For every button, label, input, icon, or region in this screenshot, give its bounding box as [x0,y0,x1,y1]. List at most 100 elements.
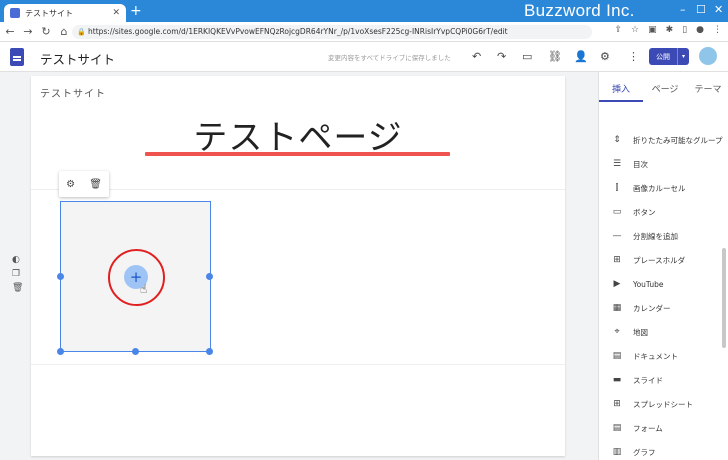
sheets-icon: ⊞ [613,399,621,409]
insert-list: ⇕ 折りたたみ可能なグループ ☰ 目次 ⫿ 画像カルーセル ▭ ボタン — 分割線を追加 … [611,128,723,460]
title-underline [145,152,450,156]
settings-gear-icon[interactable]: ⚙ [66,179,75,190]
list-item[interactable]: ⌖ 地図 [611,320,723,344]
carousel-icon: ⫿ [615,183,619,193]
site-name[interactable]: テストサイト [40,49,115,68]
chevron-down-icon[interactable]: ▾ [677,48,689,65]
section-divider [31,189,565,190]
section-divider [31,364,565,365]
puzzle-icon[interactable]: ✱ [666,25,674,35]
list-item-label: スライド [633,375,663,385]
panel-scrollbar[interactable] [722,248,726,348]
list-item-label: ドキュメント [633,351,678,361]
placeholder-box[interactable]: + ☝ [57,201,213,355]
back-icon[interactable]: ← [2,25,18,38]
browser-menu-icon[interactable]: ⋮ [713,25,722,35]
list-item[interactable]: ▤ フォーム [611,416,723,440]
star-icon[interactable]: ☆ [631,25,639,35]
list-item[interactable]: ▶ YouTube [611,272,723,296]
forward-icon[interactable]: → [20,25,36,38]
list-item-label: 目次 [633,159,648,169]
link-icon[interactable]: ⛓ [548,50,562,63]
map-icon: ⌖ [614,327,620,337]
palette-icon[interactable]: ◐ [12,255,23,265]
panel-tabs: 挿入 ページ テーマ [599,72,728,102]
delete-section-icon[interactable]: 🗑 [12,283,23,293]
url-field[interactable]: 🔒 https://sites.google.com/d/1ERKIQKEVvP… [72,25,592,39]
profile-icon[interactable]: ● [696,25,704,35]
watermark: Buzzword Inc. [524,1,635,20]
lock-icon: 🔒 [77,28,86,36]
sites-header: テストサイト 変更内容をすべてドライブに保存しました ↶ ↷ ▭ ⛓ 👤 ⚙ ⋮… [0,42,728,72]
resize-handle[interactable] [132,348,139,355]
resize-handle[interactable] [206,348,213,355]
browser-tab[interactable]: テストサイト ✕ [4,4,126,22]
list-item[interactable]: ⇕ 折りたたみ可能なグループ [611,128,723,152]
home-icon[interactable]: ⌂ [56,25,72,38]
list-item[interactable]: ⫿ 画像カルーセル [611,176,723,200]
preview-icon[interactable]: ▭ [522,50,532,63]
new-tab-button[interactable]: + [130,4,142,18]
maximize-icon[interactable]: ☐ [696,3,706,16]
sites-logo-icon[interactable] [10,48,24,66]
list-item[interactable]: ☰ 目次 [611,152,723,176]
avatar[interactable] [699,47,717,65]
trash-icon[interactable]: 🗑 [89,179,102,190]
list-item[interactable]: ⊞ スプレッドシート [611,392,723,416]
youtube-icon: ▶ [613,279,621,289]
list-item[interactable]: ▭ ボタン [611,200,723,224]
tab-title: テストサイト [25,8,73,18]
document-icon: ▤ [612,351,622,361]
tab-pages[interactable]: ページ [643,72,687,102]
list-item-label: ボタン [633,207,656,217]
tab-themes[interactable]: テーマ [687,72,728,102]
minimize-icon[interactable]: – [680,3,686,16]
forms-icon: ▤ [612,423,622,433]
toc-icon: ☰ [612,159,622,169]
publish-button[interactable]: 公開 ▾ [649,48,689,65]
page-header-site-name: テストサイト [40,89,106,100]
resize-handle[interactable] [206,273,213,280]
button-icon: ▭ [612,207,622,217]
list-item[interactable]: ▬ スライド [611,368,723,392]
settings-icon[interactable]: ⚙ [600,50,610,63]
list-item[interactable]: — 分割線を追加 [611,224,723,248]
resize-handle[interactable] [57,273,64,280]
slides-icon: ▬ [612,375,622,385]
address-toolbar: ← → ↻ ⌂ 🔒 https://sites.google.com/d/1ER… [0,22,728,42]
window-close-icon[interactable]: ✕ [714,3,723,16]
page-canvas: テストサイト テストページ ⚙ 🗑 + ☝ [31,76,565,456]
list-item[interactable]: ▤ ドキュメント [611,344,723,368]
url-text: https://sites.google.com/d/1ERKIQKEVvPvo… [88,27,508,36]
divider-icon: — [612,231,622,241]
reload-icon[interactable]: ↻ [38,25,54,38]
list-item-label: 折りたたみ可能なグループ [633,135,723,145]
list-item[interactable]: ▥ グラフ [611,440,723,460]
browser-titlebar: テストサイト ✕ + Buzzword Inc. – ☐ ✕ [0,0,728,22]
list-item[interactable]: ▦ カレンダー [611,296,723,320]
placeholder-icon: ⊞ [613,255,621,265]
list-item[interactable]: ⊞ プレースホルダ [611,248,723,272]
list-item-label: 地図 [633,327,648,337]
close-icon[interactable]: ✕ [112,8,120,18]
list-item-label: カレンダー [633,303,671,313]
list-item-label: グラフ [633,447,656,457]
chart-icon: ▥ [612,447,622,457]
sidepanel-icon[interactable]: ▯ [682,25,687,35]
hand-cursor-icon: ☝ [140,282,148,296]
publish-label: 公開 [656,52,670,61]
resize-handle[interactable] [57,348,64,355]
calendar-icon: ▦ [612,303,622,313]
tab-insert[interactable]: 挿入 [599,72,643,102]
list-item-label: 画像カルーセル [633,183,686,193]
undo-icon[interactable]: ↶ [472,50,481,63]
share-icon[interactable]: ⇪ [615,25,623,35]
extension-icon[interactable]: ▣ [648,25,657,35]
sites-favicon-icon [10,8,20,18]
insert-panel: 挿入 ページ テーマ ⇕ 折りたたみ可能なグループ ☰ 目次 ⫿ 画像カルーセル ▭ ボ… [598,72,728,460]
redo-icon[interactable]: ↷ [497,50,506,63]
more-icon[interactable]: ⋮ [628,50,639,63]
share-user-icon[interactable]: 👤 [574,50,588,63]
list-item-label: スプレッドシート [633,399,693,409]
duplicate-icon[interactable]: ❐ [12,269,23,279]
